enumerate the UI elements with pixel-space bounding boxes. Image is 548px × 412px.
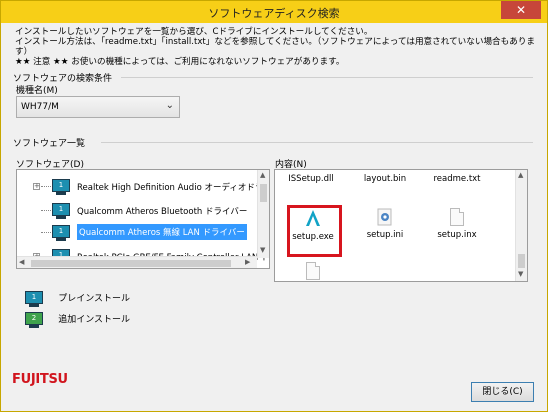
preinstall-pc-icon: 1 <box>52 225 70 241</box>
tree-item-label: Qualcomm Atheros Bluetooth ドライバー <box>77 207 248 217</box>
model-select-value: WH77/M <box>21 102 59 112</box>
software-group-label: ソフトウェア一覧 <box>13 139 86 149</box>
file-name: ISSetup.dll <box>288 174 334 184</box>
title-bar: ソフトウェアディスク検索 ✕ <box>1 1 547 23</box>
intro-line-1: インストールしたいソフトウェアを一覧から選び、Cドライブにインストールしてくださ… <box>15 27 373 37</box>
software-disk-search-window: ソフトウェアディスク検索 ✕ インストールしたいソフトウェアを一覧から選び、Cド… <box>0 0 548 412</box>
chevron-down-icon: ⌄ <box>165 100 174 111</box>
tree-horizontal-scrollbar[interactable]: ◀ ▶ <box>17 256 257 268</box>
preinstall-pc-icon: 1 <box>52 203 70 219</box>
file-item[interactable]: setup.inx <box>427 208 487 240</box>
legend-preinstall-label: プレインストール <box>58 294 131 304</box>
intro-line-3: ★★ 注意 ★★ お使いの機種によっては、ご利用になれないソフトウェアがあります… <box>15 57 345 67</box>
file-name: layout.bin <box>363 174 407 184</box>
scroll-thumb[interactable] <box>31 260 231 267</box>
file-name: setup.ini <box>366 230 404 240</box>
file-item[interactable]: readme.txt <box>427 174 487 184</box>
window-title: ソフトウェアディスク検索 <box>208 7 340 20</box>
file-item[interactable]: setup.ini <box>355 208 415 240</box>
intro-text: インストールしたいソフトウェアを一覧から選び、Cドライブにインストールしてくださ… <box>15 27 547 67</box>
model-select[interactable]: WH77/M ⌄ <box>16 96 180 118</box>
scroll-thumb[interactable] <box>260 184 267 202</box>
preinstall-pc-icon: 1 <box>52 179 70 195</box>
scroll-thumb[interactable] <box>518 254 525 268</box>
legend-additional: 2 追加インストール <box>25 312 131 328</box>
file-item[interactable]: ISSetup.dll <box>281 174 341 184</box>
tree-item[interactable]: 1 Qualcomm Atheros Bluetooth ドライバー <box>17 200 257 220</box>
ini-settings-icon <box>377 208 393 226</box>
tree-item[interactable]: + 1 Realtek High Definition Audio オーディオド… <box>17 176 269 196</box>
file-name: readme.txt <box>433 174 481 184</box>
tree-item-label: Qualcomm Atheros 無線 LAN ドライバー <box>77 224 247 240</box>
scroll-right-arrow-icon[interactable]: ▶ <box>245 258 250 266</box>
preinstall-pc-icon: 1 <box>25 291 43 307</box>
scroll-left-arrow-icon[interactable]: ◀ <box>19 258 24 266</box>
file-name: setup.inx <box>437 230 477 240</box>
software-group-divider <box>101 142 533 143</box>
search-group-divider <box>121 77 533 78</box>
close-button[interactable]: 閉じる(C) <box>471 382 534 402</box>
scroll-up-arrow-icon[interactable]: ▲ <box>518 171 523 179</box>
additional-install-pc-icon: 2 <box>25 312 43 328</box>
file-icon <box>450 208 464 226</box>
file-icon <box>306 262 320 280</box>
model-label: 機種名(M) <box>16 86 58 96</box>
intro-line-2: インストール方法は、「readme.txt」「install.txt」などを参照… <box>15 37 536 57</box>
contents-vertical-scrollbar[interactable]: ▲ ▼ <box>515 170 527 281</box>
tree-item-selected[interactable]: 1 Qualcomm Atheros 無線 LAN ドライバー <box>17 222 257 242</box>
fujitsu-logo: FUJITSU <box>12 372 68 387</box>
file-item[interactable]: layout.bin <box>355 174 415 184</box>
legend-preinstall: 1 プレインストール <box>25 291 131 307</box>
setup-exe-highlight-box <box>287 205 342 257</box>
scroll-down-arrow-icon[interactable]: ▼ <box>518 270 523 278</box>
file-item[interactable] <box>283 262 343 281</box>
scroll-up-arrow-icon[interactable]: ▲ <box>260 171 265 179</box>
window-close-button[interactable]: ✕ <box>501 1 541 19</box>
tree-item-label: Realtek High Definition Audio オーディオドライバー <box>77 183 270 193</box>
legend-additional-label: 追加インストール <box>58 315 131 325</box>
software-tree[interactable]: + 1 Realtek High Definition Audio オーディオド… <box>16 169 270 269</box>
scroll-down-arrow-icon[interactable]: ▼ <box>260 246 265 254</box>
tree-vertical-scrollbar[interactable]: ▲ ▼ <box>257 170 269 258</box>
expand-icon[interactable]: + <box>33 183 40 190</box>
